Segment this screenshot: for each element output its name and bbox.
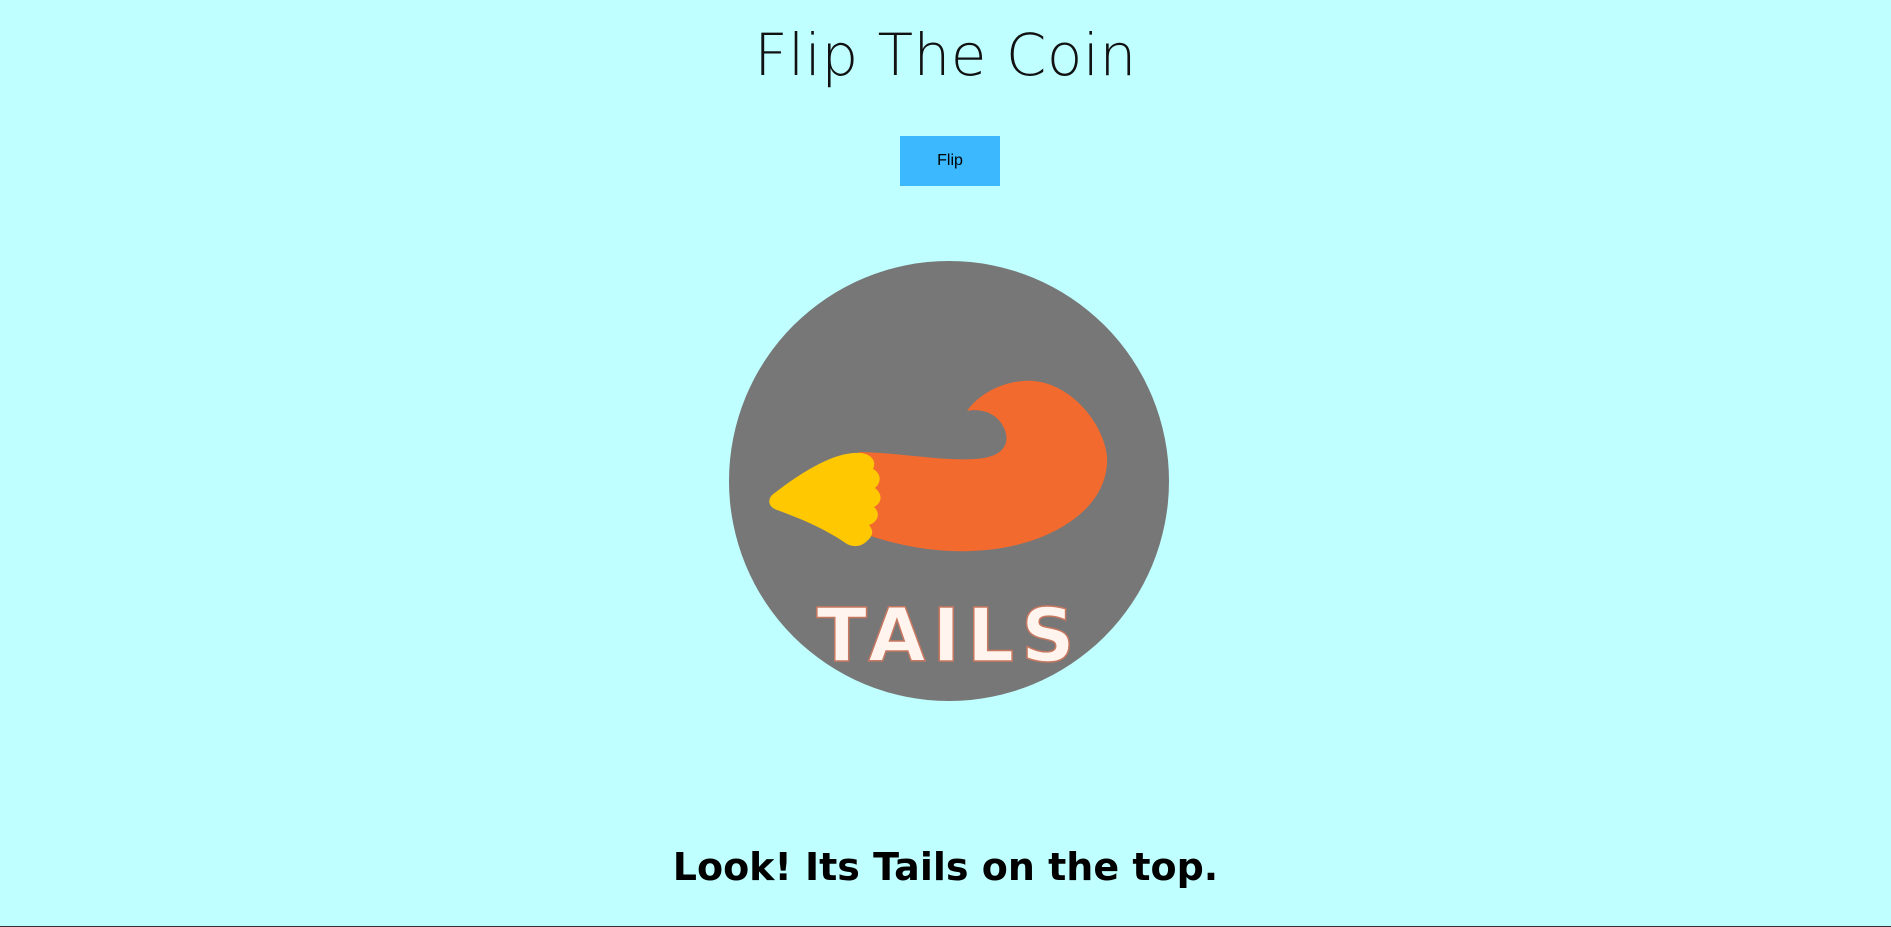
- coin-face-label: TAILS: [817, 593, 1082, 679]
- result-message: Look! Its Tails on the top.: [672, 845, 1219, 889]
- app-page: Flip The Coin Flip TAILS Look! Its Tails…: [0, 0, 1891, 927]
- flip-button[interactable]: Flip: [900, 136, 1000, 186]
- coin-image: TAILS: [729, 261, 1169, 701]
- page-title: Flip The Coin: [754, 21, 1137, 89]
